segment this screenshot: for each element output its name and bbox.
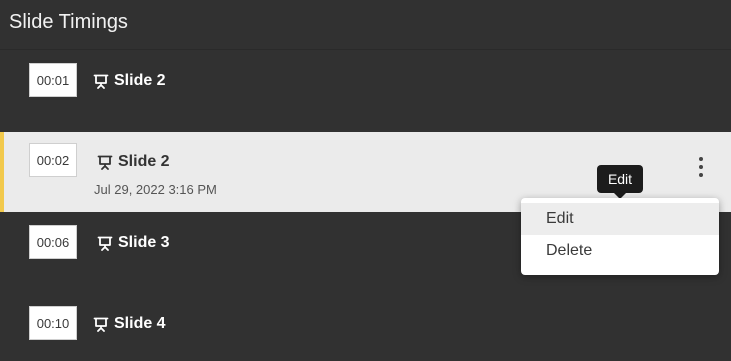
time-badge[interactable]: 00:06 [29, 225, 77, 259]
slide-name: Slide 2 [114, 72, 166, 89]
timing-row[interactable]: 00:01 Slide 2 [0, 51, 731, 131]
menu-item-delete[interactable]: Delete [521, 235, 719, 267]
presentation-icon [97, 236, 113, 251]
more-vertical-icon[interactable] [695, 154, 707, 180]
panel-header: Slide Timings [0, 0, 731, 50]
time-badge[interactable]: 00:01 [29, 63, 77, 97]
presentation-icon [93, 74, 109, 89]
presentation-icon [93, 317, 109, 332]
context-menu: Edit Delete [521, 198, 719, 275]
presentation-icon [97, 155, 113, 170]
panel-title: Slide Timings [9, 11, 128, 33]
timing-row[interactable]: 00:10 Slide 4 [0, 294, 731, 361]
selection-accent [0, 132, 4, 212]
menu-item-edit[interactable]: Edit [521, 203, 719, 235]
slide-timestamp: Jul 29, 2022 3:16 PM [94, 182, 217, 197]
time-badge[interactable]: 00:02 [29, 143, 77, 177]
slide-name: Slide 4 [114, 315, 166, 332]
slide-name: Slide 3 [118, 234, 170, 251]
edit-tooltip: Edit [597, 165, 643, 199]
time-badge[interactable]: 00:10 [29, 306, 77, 340]
slide-name: Slide 2 [118, 153, 170, 170]
